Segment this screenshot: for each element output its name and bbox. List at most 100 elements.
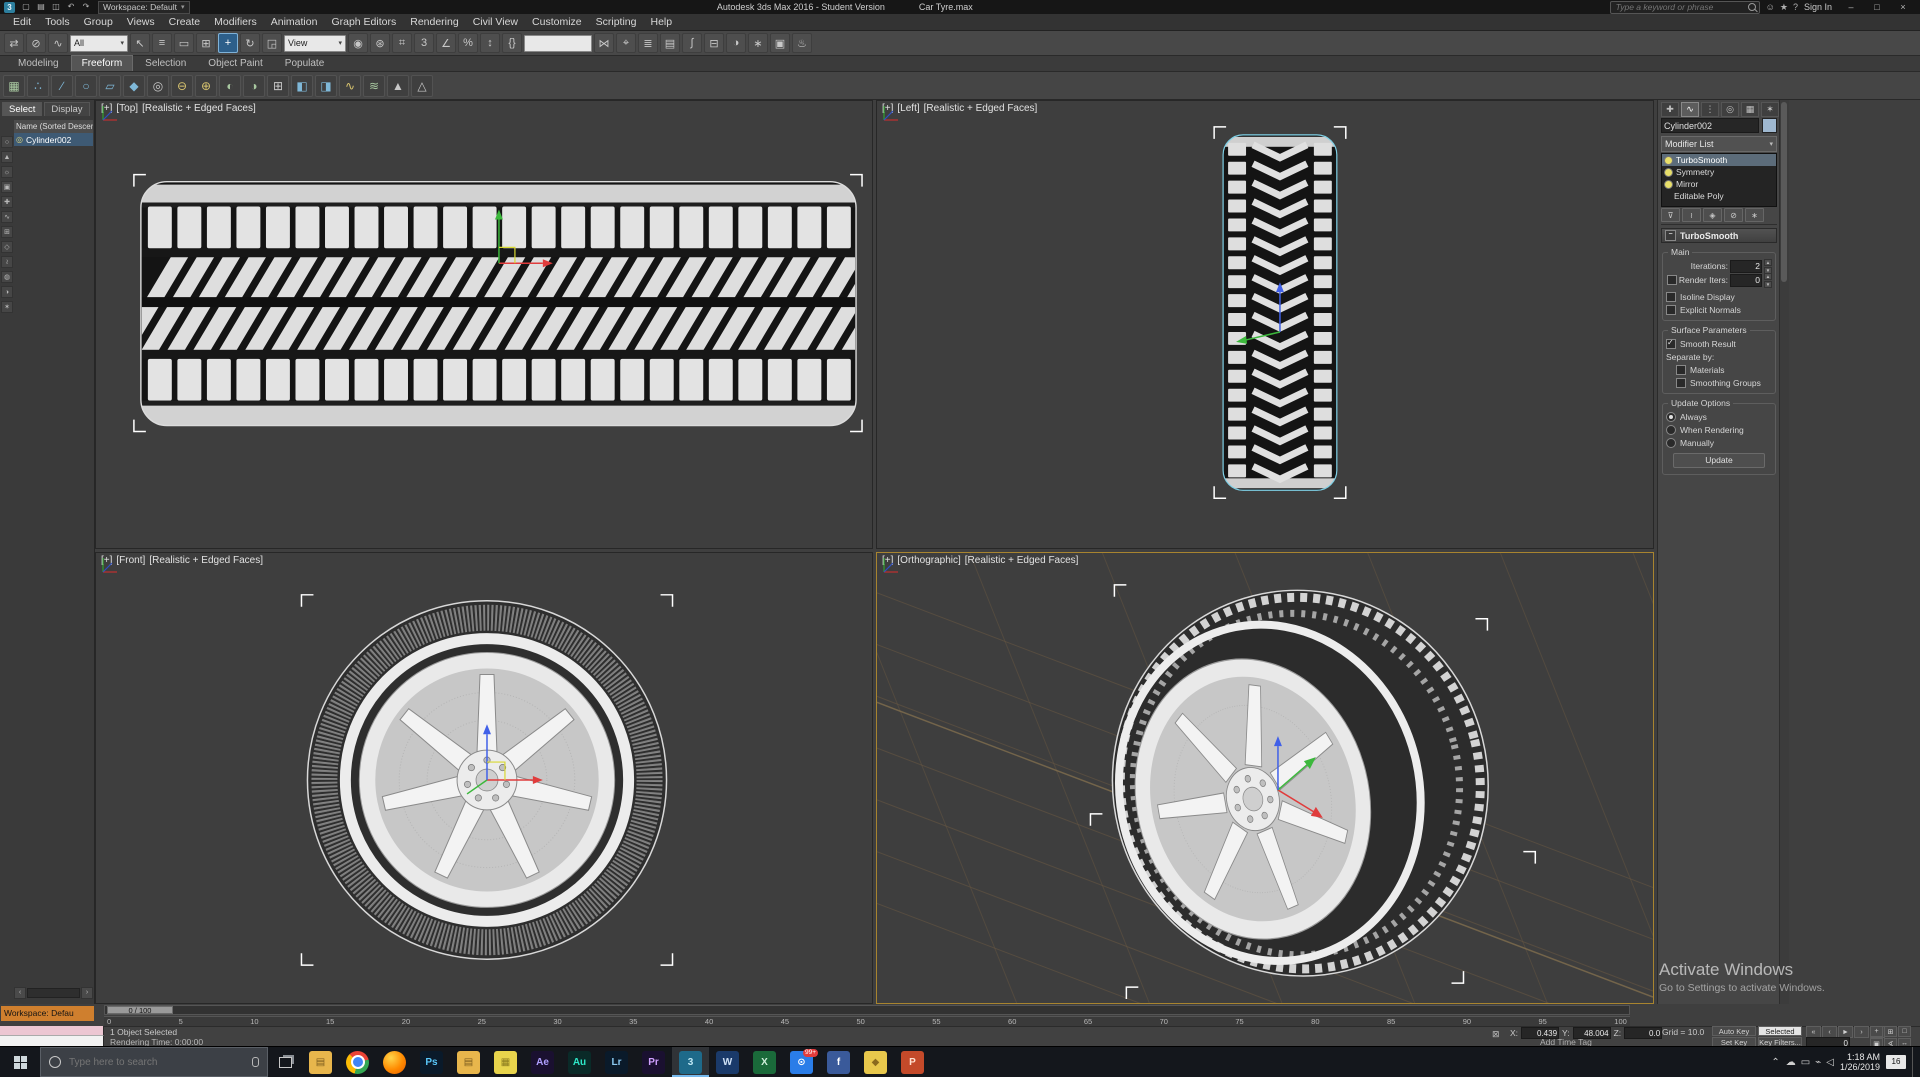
ribbon-tab-modeling[interactable]: Modeling — [8, 56, 69, 71]
ribbon-tab-freeform[interactable]: Freeform — [71, 55, 134, 71]
start-button[interactable] — [0, 1047, 40, 1077]
close-button[interactable]: × — [1890, 1, 1916, 13]
keyboard-override-icon[interactable]: ⌗ — [392, 33, 412, 53]
loop-selection-icon[interactable]: ◐ — [219, 75, 241, 97]
display-groups-icon[interactable]: ⊞ — [1, 226, 13, 238]
spinner-snap-icon[interactable]: ↕ — [480, 33, 500, 53]
modifier-stack-item[interactable]: TurboSmooth — [1662, 154, 1776, 166]
undo-icon[interactable]: ↶ — [64, 1, 78, 13]
modifier-stack-item[interactable]: Mirror — [1662, 178, 1776, 190]
select-by-name-icon[interactable]: ≡ — [152, 33, 172, 53]
pin-stack-button[interactable]: ⊽ — [1661, 208, 1680, 222]
select-and-rotate-icon[interactable]: ↻ — [240, 33, 260, 53]
taskbar-search-input[interactable] — [67, 1056, 246, 1069]
material-editor-icon[interactable]: ◑ — [726, 33, 746, 53]
selection-lock-toggle[interactable]: ⊠ — [1492, 1029, 1500, 1040]
taskbar-app-premiere[interactable]: Pr — [635, 1047, 672, 1077]
zoom-all-icon[interactable]: ⊞ — [1884, 1026, 1897, 1037]
menu-tools[interactable]: Tools — [38, 14, 77, 31]
ring-selection-icon[interactable]: ◑ — [243, 75, 265, 97]
create-tab-icon[interactable]: ✚ — [1661, 102, 1679, 117]
polygon-modeling-icon[interactable]: ▦ — [3, 75, 25, 97]
always-radio[interactable] — [1666, 412, 1676, 422]
taskbar-app-file-explorer[interactable]: ▤ — [302, 1047, 339, 1077]
display-spacewarps-icon[interactable]: ∿ — [1, 211, 13, 223]
viewport-top[interactable]: [+] [Top] [Realistic + Edged Faces] — [95, 100, 873, 549]
named-selection-field[interactable] — [524, 35, 592, 52]
taskbar-app-chrome[interactable] — [339, 1047, 376, 1077]
show-desktop-button[interactable] — [1912, 1047, 1917, 1077]
time-slider-handle[interactable]: 0 / 100 — [107, 1006, 173, 1014]
render-setup-icon[interactable]: ∗ — [748, 33, 768, 53]
tweak-icon[interactable]: ∿ — [339, 75, 361, 97]
taskbar-app-powerpoint[interactable]: P — [894, 1047, 931, 1077]
use-pivot-center-icon[interactable]: ◉ — [348, 33, 368, 53]
menu-create[interactable]: Create — [162, 14, 208, 31]
modifier-bulb-icon[interactable] — [1664, 168, 1673, 177]
rendered-frame-icon[interactable]: ▣ — [770, 33, 790, 53]
ribbon-tab-object-paint[interactable]: Object Paint — [198, 56, 272, 71]
microphone-icon[interactable] — [252, 1057, 259, 1067]
iterations-field[interactable] — [1730, 260, 1762, 273]
grow-selection-icon[interactable]: ⊕ — [195, 75, 217, 97]
utilities-tab-icon[interactable]: ✶ — [1761, 102, 1779, 117]
app-logo-icon[interactable]: 3 — [4, 2, 15, 13]
modifier-bulb-icon[interactable] — [1664, 156, 1673, 165]
when-rendering-radio[interactable] — [1666, 425, 1676, 435]
onedrive-icon[interactable]: ☁ — [1786, 1057, 1796, 1068]
render-iters-field[interactable] — [1730, 274, 1762, 287]
display-geometry-icon[interactable]: ○ — [1, 136, 13, 148]
display-shapes-icon[interactable]: ▲ — [1, 151, 13, 163]
unlink-selection-icon[interactable]: ⊘ — [26, 33, 46, 53]
taskbar-app-folder[interactable]: ▤ — [450, 1047, 487, 1077]
isoline-display-checkbox[interactable] — [1666, 292, 1676, 302]
named-selection-sets-icon[interactable]: {} — [502, 33, 522, 53]
manually-radio[interactable] — [1666, 438, 1676, 448]
schematic-view-icon[interactable]: ⊟ — [704, 33, 724, 53]
taskbar-app-photoshop[interactable]: Ps — [413, 1047, 450, 1077]
macro-recorder-listener[interactable] — [0, 1026, 104, 1036]
render-iters-spinner[interactable]: ▲▼ — [1764, 273, 1772, 288]
ribbon-tab-populate[interactable]: Populate — [275, 56, 334, 71]
select-and-move-icon[interactable]: + — [218, 33, 238, 53]
zoom-extents-icon[interactable]: □ — [1898, 1026, 1911, 1037]
display-lights-icon[interactable]: ☼ — [1, 166, 13, 178]
menu-help[interactable]: Help — [643, 14, 679, 31]
viewport-left[interactable]: [+] [Left] [Realistic + Edged Faces] — [876, 100, 1654, 549]
scroll-track[interactable] — [27, 988, 80, 998]
taskbar-app-lightroom[interactable]: Lr — [598, 1047, 635, 1077]
display-cameras-icon[interactable]: ▣ — [1, 181, 13, 193]
track-bar[interactable]: 0510152025303540455055606570758085909510… — [104, 1016, 1630, 1026]
menu-views[interactable]: Views — [120, 14, 162, 31]
selection-region-icon[interactable]: ▭ — [174, 33, 194, 53]
border-mode-icon[interactable]: ○ — [75, 75, 97, 97]
menu-modifiers[interactable]: Modifiers — [207, 14, 264, 31]
taskbar-app-3ds-max[interactable]: 3 — [672, 1047, 709, 1077]
smoothing-groups-checkbox[interactable] — [1676, 378, 1686, 388]
explicit-normals-checkbox[interactable] — [1666, 305, 1676, 315]
ribbon-toggle-icon[interactable]: ▤ — [660, 33, 680, 53]
favorites-icon[interactable]: ★ — [1780, 2, 1788, 13]
search-icon[interactable] — [1748, 3, 1756, 11]
taskbar-app-messenger[interactable]: ⊙99+ — [783, 1047, 820, 1077]
select-and-scale-icon[interactable]: ◲ — [262, 33, 282, 53]
save-file-icon[interactable]: ◫ — [49, 1, 63, 13]
explorer-tab-display[interactable]: Display — [44, 102, 89, 116]
render-iters-checkbox[interactable] — [1667, 275, 1677, 285]
motion-tab-icon[interactable]: ◎ — [1721, 102, 1739, 117]
iterations-spinner[interactable]: ▲▼ — [1764, 259, 1772, 274]
object-name-field[interactable] — [1661, 118, 1759, 133]
modifier-bulb-icon[interactable] — [1664, 180, 1673, 189]
bind-to-space-warp-icon[interactable]: ∿ — [48, 33, 68, 53]
angle-snap-icon[interactable]: ∠ — [436, 33, 456, 53]
community-icon[interactable]: ☺ — [1766, 2, 1775, 13]
taskbar-search[interactable] — [40, 1047, 268, 1077]
volume-icon[interactable]: ◁ — [1826, 1057, 1834, 1068]
key-filter-dropdown[interactable]: Selected — [1758, 1026, 1802, 1036]
remove-modifier-button[interactable]: ⊘ — [1724, 208, 1743, 222]
taskbar-clock[interactable]: 1:18 AM 1/26/2019 — [1840, 1052, 1880, 1072]
vertex-mode-icon[interactable]: ∴ — [27, 75, 49, 97]
infocenter-search-input[interactable] — [1614, 1, 1745, 13]
shrink-selection-icon[interactable]: ⊖ — [171, 75, 193, 97]
scroll-left-icon[interactable]: ‹ — [14, 987, 26, 999]
